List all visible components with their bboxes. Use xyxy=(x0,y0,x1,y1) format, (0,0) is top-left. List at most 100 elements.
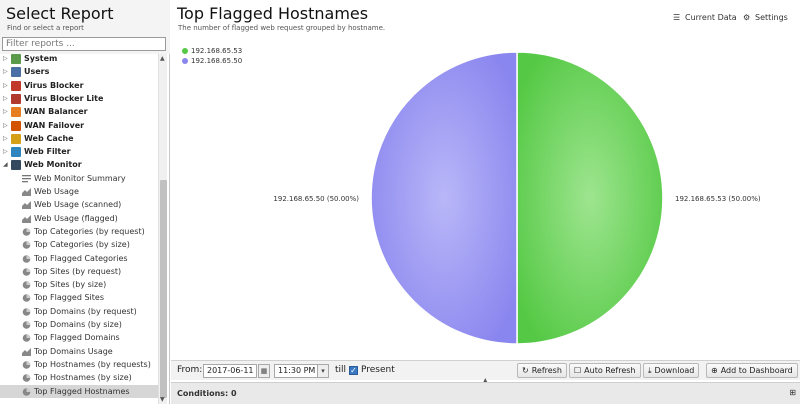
report-label: Top Flagged Hostnames xyxy=(34,386,130,396)
slice-label: 192.168.65.50 (50.00%) xyxy=(273,195,359,203)
tree-report-item[interactable]: Top Flagged Hostnames xyxy=(0,384,158,398)
report-label: Top Categories (by size) xyxy=(34,240,130,250)
report-tree: ▷ System ▷ Users ▷ Virus Blocker ▷ Virus Blocke… xyxy=(0,54,158,404)
settings-button[interactable]: ⚙ Settings xyxy=(743,12,788,24)
checkbox-empty-icon: ☐ xyxy=(574,366,582,375)
tree-report-item[interactable]: Top Sites (by size) xyxy=(0,278,158,291)
area-chart-icon xyxy=(22,347,31,356)
collapsed-triangle-icon[interactable]: ▷ xyxy=(3,105,9,118)
tree-report-item[interactable]: Top Hostnames (by requests) xyxy=(0,358,158,371)
tree-category-users[interactable]: ▷ Users xyxy=(0,65,158,78)
category-label: Web Filter xyxy=(24,147,71,157)
pie-chart-icon xyxy=(22,267,31,276)
tree-report-item[interactable]: Web Usage (scanned) xyxy=(0,198,158,211)
tree-report-item[interactable]: Top Hostnames (by size) xyxy=(0,371,158,384)
current-data-button[interactable]: ☰ Current Data xyxy=(673,12,737,24)
from-label: From: xyxy=(177,365,203,375)
pie-slice[interactable] xyxy=(370,51,518,345)
pie-chart-icon xyxy=(22,254,31,263)
report-label: Top Hostnames (by size) xyxy=(34,373,132,383)
report-label: Top Domains Usage xyxy=(34,346,113,356)
refresh-label: Refresh xyxy=(531,366,562,375)
tree-report-item[interactable]: Top Categories (by size) xyxy=(0,238,158,251)
expanded-triangle-icon[interactable]: ◢ xyxy=(3,158,9,171)
add-to-dashboard-button[interactable]: ⊕ Add to Dashboard xyxy=(706,363,798,378)
scroll-down-arrow-icon[interactable]: ▼ xyxy=(160,396,165,403)
scrollbar-thumb[interactable] xyxy=(160,180,167,398)
legend-swatch xyxy=(182,48,188,54)
legend-item[interactable]: 192.168.65.50 xyxy=(181,56,242,66)
report-label: Top Flagged Categories xyxy=(34,253,128,263)
pie-chart-icon xyxy=(22,241,31,249)
text-report-icon xyxy=(22,174,31,182)
tree-report-item[interactable]: Top Flagged Categories xyxy=(0,252,158,265)
till-label: till xyxy=(335,365,347,375)
chevron-down-icon[interactable]: ▾ xyxy=(317,364,329,378)
tree-category-virus-blocker[interactable]: ▷ Virus Blocker xyxy=(0,79,158,92)
category-label: WAN Balancer xyxy=(24,107,88,117)
conditions-panel[interactable]: Conditions: 0 ⊞ xyxy=(171,382,800,404)
time-field[interactable]: 11:30 PM xyxy=(274,364,318,378)
tree-category-web-filter[interactable]: ▷ Web Filter xyxy=(0,145,158,158)
collapsed-triangle-icon[interactable]: ▷ xyxy=(3,92,9,105)
tree-category-web-cache[interactable]: ▷ Web Cache xyxy=(0,132,158,145)
tree-category-web-monitor[interactable]: ◢ Web Monitor xyxy=(0,158,158,171)
download-button[interactable]: ⤓ Download xyxy=(643,363,700,378)
download-label: Download xyxy=(654,366,695,375)
tree-report-item[interactable]: Top Sites (by request) xyxy=(0,265,158,278)
report-main-panel: Top Flagged Hostnames The number of flag… xyxy=(171,0,800,404)
report-description: The number of flagged web request groupe… xyxy=(178,24,386,32)
tree-category-virus-blocker-lite[interactable]: ▷ Virus Blocker Lite xyxy=(0,92,158,105)
list-icon: ☰ xyxy=(673,13,681,22)
tree-report-item[interactable]: Top Domains (by size) xyxy=(0,318,158,331)
collapsed-triangle-icon[interactable]: ▷ xyxy=(3,119,9,132)
tree-report-item[interactable]: Top Domains Usage xyxy=(0,345,158,358)
tree-report-item[interactable]: Web Usage (flagged) xyxy=(0,212,158,225)
collapsed-triangle-icon[interactable]: ▷ xyxy=(3,145,9,158)
slice-label: 192.168.65.53 (50.00%) xyxy=(675,195,761,203)
tree-category-system[interactable]: ▷ System xyxy=(0,54,158,65)
pie-slice[interactable] xyxy=(516,51,664,345)
expand-toggle-icon[interactable]: ⊞ xyxy=(789,388,796,397)
sidebar-header: Select Report Find or select a report xyxy=(0,0,170,54)
collapsed-triangle-icon[interactable]: ▷ xyxy=(3,54,9,65)
collapsed-triangle-icon[interactable]: ▷ xyxy=(3,132,9,145)
category-label: WAN Failover xyxy=(24,120,85,130)
sidebar-scrollbar[interactable]: ▲ ▼ xyxy=(158,54,167,404)
tree-category-wan-balancer[interactable]: ▷ WAN Balancer xyxy=(0,105,158,118)
tree-report-item[interactable]: Web Usage xyxy=(0,185,158,198)
category-icon xyxy=(11,107,21,118)
tree-report-item[interactable]: Web Monitor Summary xyxy=(0,172,158,185)
refresh-button[interactable]: ↻ Refresh xyxy=(517,363,567,378)
tree-report-item[interactable]: Top Flagged Sites xyxy=(0,291,158,304)
report-label: Web Usage (flagged) xyxy=(34,213,118,223)
area-chart-icon xyxy=(22,188,31,196)
category-label: System xyxy=(24,54,58,63)
report-label: Top Categories (by request) xyxy=(34,226,145,236)
tree-report-item[interactable]: Top Categories (by request) xyxy=(0,225,158,238)
current-data-label: Current Data xyxy=(685,13,737,22)
scroll-up-arrow-icon[interactable]: ▲ xyxy=(160,55,165,62)
pie-chart-area: 192.168.65.53 (50.00%) 192.168.65.50 (50.… xyxy=(171,40,800,358)
area-chart-icon xyxy=(22,214,31,223)
present-checkbox[interactable]: ✓ xyxy=(349,366,358,375)
category-label: Web Monitor xyxy=(24,160,82,170)
collapsed-triangle-icon[interactable]: ▷ xyxy=(3,65,9,78)
download-icon: ⤓ xyxy=(648,366,652,375)
auto-refresh-button[interactable]: ☐ Auto Refresh xyxy=(569,363,641,378)
tree-report-item[interactable]: Top Domains (by request) xyxy=(0,305,158,318)
reports-app: Select Report Find or select a report ▷ S… xyxy=(0,0,800,404)
tree-report-item[interactable]: Top Flagged Domains xyxy=(0,331,158,344)
legend-item[interactable]: 192.168.65.53 xyxy=(181,46,242,56)
category-icon xyxy=(11,80,21,91)
filter-reports-input[interactable] xyxy=(2,37,166,51)
date-field[interactable]: 2017-06-11 xyxy=(203,364,257,378)
tree-category-wan-failover[interactable]: ▷ WAN Failover xyxy=(0,119,158,132)
legend-label: 192.168.65.50 xyxy=(191,57,243,65)
calendar-icon[interactable]: ▦ xyxy=(258,364,270,378)
report-label: Top Domains (by request) xyxy=(34,306,137,316)
collapsed-triangle-icon[interactable]: ▷ xyxy=(3,79,9,92)
category-icon xyxy=(11,120,21,131)
category-label: Virus Blocker xyxy=(24,80,84,90)
category-icon xyxy=(11,160,21,171)
